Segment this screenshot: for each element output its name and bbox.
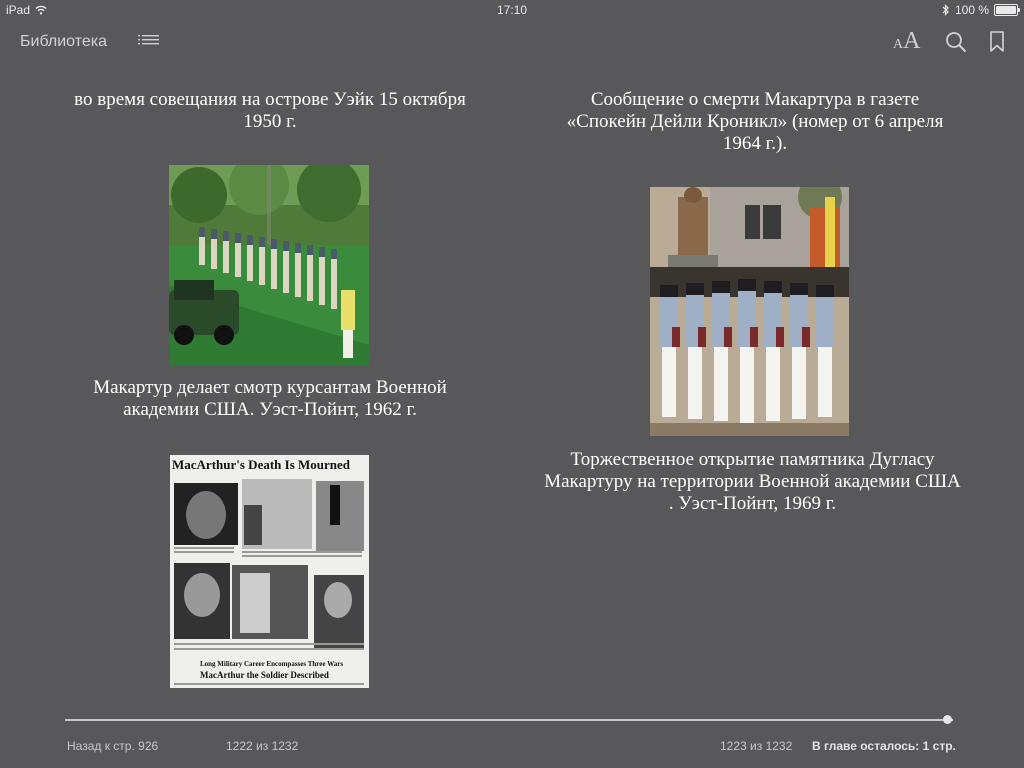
bookmark-icon[interactable] <box>989 31 1005 53</box>
battery-icon <box>994 4 1020 16</box>
chapter-pages-remaining: В главе осталось: 1 стр. <box>812 739 956 753</box>
status-time: 17:10 <box>496 3 528 17</box>
status-right: 100 % <box>942 3 1020 17</box>
font-settings-icon[interactable]: AA <box>893 28 920 55</box>
monument-ceremony-photo <box>650 187 849 436</box>
newspaper-subhead-2: MacArthur the Soldier Described <box>200 670 329 680</box>
back-to-page-link[interactable]: Назад к стр. 926 <box>67 739 158 753</box>
left-page-number: 1222 из 1232 <box>226 739 299 753</box>
right-top-caption: Сообщение о смерти Макартура в газете «С… <box>566 89 944 154</box>
right-page-number: 1223 из 1232 <box>720 739 793 753</box>
newspaper-clipping-image: MacArthur's Death Is Mourned Long Milita… <box>170 455 369 688</box>
page-scrubber-handle[interactable] <box>943 715 952 724</box>
battery-percent: 100 % <box>954 3 989 17</box>
bluetooth-icon <box>942 4 949 16</box>
left-photo-caption: Макартур делает смотр курсантам Военной … <box>93 377 447 420</box>
left-top-caption: во время совещания на острове Уэйк 15 ок… <box>74 89 466 132</box>
battery-fill <box>996 6 1016 14</box>
newspaper-subhead-1: Long Military Career Encompasses Three W… <box>200 660 344 668</box>
search-icon[interactable] <box>945 31 967 53</box>
page-scrubber-track[interactable] <box>65 719 953 721</box>
library-button[interactable]: Библиотека <box>20 33 107 51</box>
newspaper-headline: MacArthur's Death Is Mourned <box>172 457 351 472</box>
status-bar: iPad 17:10 100 % <box>0 0 1024 20</box>
cadets-review-photo <box>169 165 369 365</box>
table-of-contents-icon[interactable] <box>138 33 160 49</box>
right-photo-caption: Торжественное открытие памятника Дугласу… <box>544 449 961 514</box>
